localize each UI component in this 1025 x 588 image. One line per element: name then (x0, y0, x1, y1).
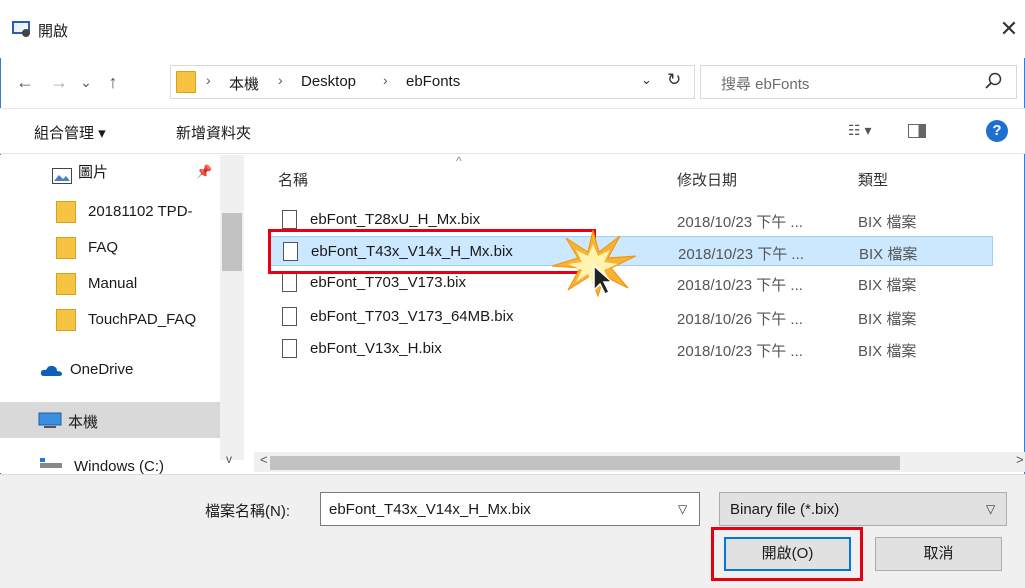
file-icon (282, 273, 297, 292)
new-folder-button[interactable]: 新增資料夾 (176, 122, 251, 143)
recent-locations-icon[interactable]: ⌄ (78, 70, 94, 94)
pictures-icon (52, 168, 72, 184)
breadcrumb-ebfonts[interactable]: ebFonts (406, 73, 460, 90)
scroll-left-icon[interactable]: < (260, 452, 268, 467)
nav-item-folder[interactable]: 20181102 TPD- (0, 194, 220, 230)
file-icon (282, 339, 297, 358)
file-date: 2018/10/23 下午 ... (677, 343, 803, 360)
breadcrumb-separator: › (206, 72, 211, 88)
nav-scroll-thumb[interactable] (222, 213, 242, 271)
column-header-name[interactable]: 名稱 (278, 169, 308, 190)
breadcrumb-separator: › (383, 72, 388, 88)
file-type: BIX 檔案 (859, 246, 918, 263)
file-name: ebFont_T28xU_H_Mx.bix (310, 211, 481, 228)
file-icon (282, 307, 297, 326)
refresh-icon[interactable]: ↻ (667, 70, 681, 90)
up-arrow-icon[interactable]: ↑ (100, 70, 126, 94)
folder-icon (176, 71, 196, 93)
file-date: 2018/10/23 下午 ... (677, 277, 803, 294)
nav-item-windows-drive[interactable]: Windows (C:) (0, 452, 220, 474)
computer-icon (38, 412, 62, 428)
nav-label: 本機 (68, 414, 99, 431)
close-icon[interactable]: ✕ (996, 16, 1022, 42)
filename-value: ebFont_T43x_V14x_H_Mx.bix (329, 501, 531, 518)
file-type: BIX 檔案 (858, 343, 917, 360)
open-button-highlight (711, 527, 863, 581)
nav-label: Windows (C:) (74, 458, 165, 474)
file-type-select[interactable]: Binary file (*.bix) ▽ (719, 492, 1007, 526)
folder-icon (56, 273, 76, 295)
nav-label: 20181102 TPD- (88, 203, 193, 220)
preview-pane-icon[interactable] (908, 124, 926, 138)
breadcrumb-desktop[interactable]: Desktop (301, 73, 356, 90)
search-placeholder: 搜尋 ebFonts (721, 76, 810, 93)
column-header-date[interactable]: 修改日期 (677, 169, 737, 190)
cancel-button[interactable]: 取消 (875, 537, 1002, 571)
column-header-type[interactable]: 類型 (858, 169, 888, 190)
file-row[interactable]: ebFont_T703_V173_64MB.bix 2018/10/26 下午 … (268, 302, 993, 332)
view-options-icon[interactable]: ☷ ▾ (848, 122, 871, 139)
scroll-right-icon[interactable]: > (1016, 452, 1024, 467)
click-burst-icon (551, 229, 637, 298)
file-list-scroll-thumb[interactable] (270, 456, 900, 470)
file-type: BIX 檔案 (858, 214, 917, 231)
onedrive-icon (40, 365, 62, 376)
file-name: ebFont_V13x_H.bix (310, 340, 442, 357)
window-title: 開啟 (38, 23, 69, 40)
file-icon (282, 210, 297, 229)
drive-icon (40, 458, 62, 468)
breadcrumb-this-pc[interactable]: 本機 (229, 73, 259, 94)
scroll-down-icon[interactable]: v (226, 452, 232, 466)
app-icon (12, 21, 30, 37)
filename-input[interactable]: ebFont_T43x_V14x_H_Mx.bix ▽ (320, 492, 700, 526)
forward-arrow-icon[interactable]: → (48, 70, 70, 94)
nav-item-onedrive[interactable]: OneDrive (0, 352, 220, 388)
sort-ascending-icon: ^ (456, 154, 462, 168)
address-dropdown-icon[interactable]: ⌄ (641, 72, 652, 88)
file-type: BIX 檔案 (858, 277, 917, 294)
chevron-down-icon[interactable]: ▽ (678, 502, 687, 516)
nav-vertical-scrollbar[interactable] (220, 155, 244, 460)
nav-label: FAQ (88, 239, 119, 256)
nav-item-faq[interactable]: FAQ (0, 230, 220, 266)
file-type-value: Binary file (*.bix) (730, 501, 840, 518)
nav-label: TouchPAD_FAQ (88, 311, 197, 328)
breadcrumb-separator: › (278, 72, 283, 88)
file-date: 2018/10/26 下午 ... (677, 311, 803, 328)
search-icon[interactable] (984, 71, 1004, 91)
nav-item-pictures[interactable]: 圖片 📌 (0, 158, 220, 194)
file-name: ebFont_T703_V173_64MB.bix (310, 308, 514, 325)
nav-label: OneDrive (70, 361, 134, 378)
file-type: BIX 檔案 (858, 311, 917, 328)
nav-item-manual[interactable]: Manual (0, 266, 220, 302)
folder-icon (56, 237, 76, 259)
file-name: ebFont_T703_V173.bix (310, 274, 466, 291)
file-date: 2018/10/23 下午 ... (677, 214, 803, 231)
chevron-down-icon[interactable]: ▽ (986, 502, 995, 516)
nav-item-touchpad-faq[interactable]: TouchPAD_FAQ (0, 302, 220, 338)
folder-icon (56, 309, 76, 331)
back-arrow-icon[interactable]: ← (12, 70, 38, 94)
selected-file-highlight (268, 229, 596, 274)
title-bar (0, 0, 1025, 58)
folder-icon (56, 201, 76, 223)
nav-label: 圖片 (78, 164, 109, 181)
nav-item-this-pc[interactable]: 本機 (0, 402, 220, 438)
pin-icon[interactable]: 📌 (196, 164, 212, 180)
nav-label: Manual (88, 275, 138, 292)
help-icon[interactable]: ? (986, 120, 1008, 142)
file-date: 2018/10/23 下午 ... (678, 246, 804, 263)
filename-label: 檔案名稱(N): (205, 503, 290, 520)
organize-button[interactable]: 組合管理 ▾ (34, 122, 106, 143)
file-row[interactable]: ebFont_V13x_H.bix 2018/10/23 下午 ... BIX … (268, 334, 993, 364)
